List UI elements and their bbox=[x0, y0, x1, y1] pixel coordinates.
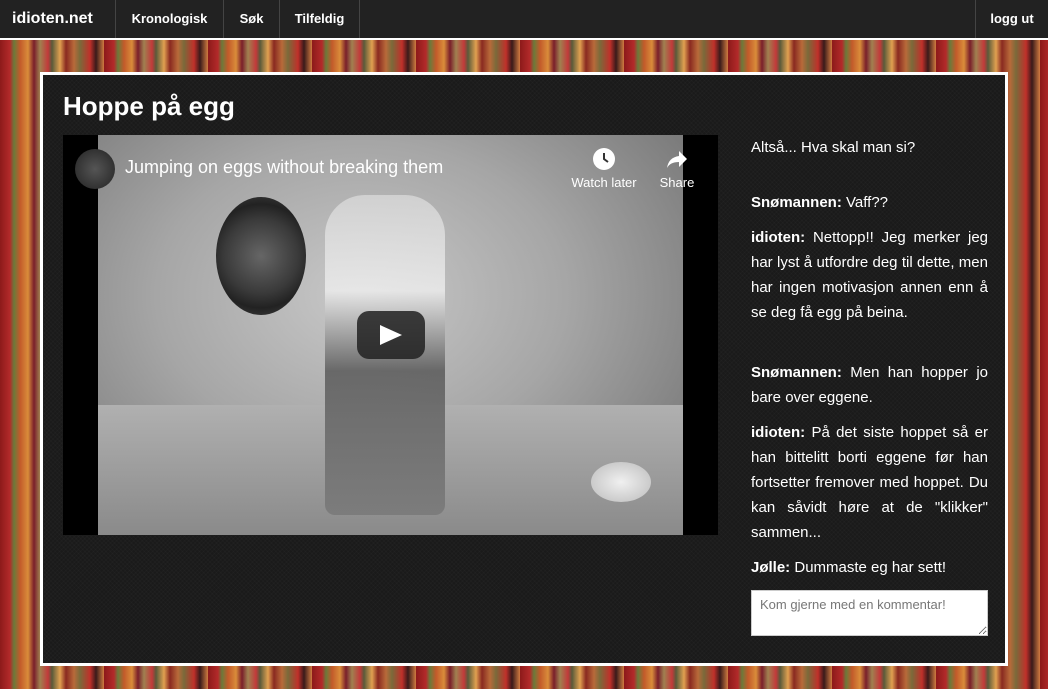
logout-link[interactable]: logg ut bbox=[975, 0, 1048, 38]
clock-icon bbox=[593, 148, 615, 170]
watch-later-label: Watch later bbox=[571, 175, 637, 190]
nav-kronologisk[interactable]: Kronologisk bbox=[115, 0, 223, 38]
video-title[interactable]: Jumping on eggs without breaking them bbox=[125, 157, 443, 178]
top-navbar: idioten.net Kronologisk Søk Tilfeldig lo… bbox=[0, 0, 1048, 40]
post-panel: Hoppe på egg Jumping on eggs without bre… bbox=[40, 72, 1008, 666]
comment-item: idioten: Nettopp!! Jeg merker jeg har ly… bbox=[751, 225, 988, 325]
play-button[interactable] bbox=[357, 311, 425, 359]
bowl-image bbox=[591, 462, 651, 502]
comment-item: Snømannen: Men han hopper jo bare over e… bbox=[751, 360, 988, 410]
comment-author: Snømannen: bbox=[751, 364, 842, 381]
nav-tilfeldig[interactable]: Tilfeldig bbox=[279, 0, 360, 38]
comment-text: Dummaste eg har sett! bbox=[794, 559, 947, 576]
comment-text: På det siste hoppet så er han bittelitt … bbox=[751, 424, 989, 541]
play-icon bbox=[380, 325, 402, 345]
comment-item: Jølle: Dummaste eg har sett! bbox=[751, 555, 946, 580]
post-sidebar: Altså... Hva skal man si? Snømannen: Vaf… bbox=[751, 135, 988, 636]
comment-input[interactable] bbox=[751, 590, 988, 636]
share-label: Share bbox=[659, 175, 695, 190]
video-player[interactable]: Jumping on eggs without breaking them Wa… bbox=[63, 135, 718, 535]
comment-author: idioten: bbox=[751, 424, 806, 441]
comment-author: idioten: bbox=[751, 229, 806, 246]
site-logo-link[interactable]: idioten.net bbox=[0, 0, 115, 38]
post-title: Hoppe på egg bbox=[63, 91, 235, 121]
channel-avatar[interactable] bbox=[75, 149, 115, 189]
share-button[interactable]: Share bbox=[655, 147, 699, 190]
comment-author: Snømannen: bbox=[751, 194, 842, 211]
nav-sok[interactable]: Søk bbox=[223, 0, 279, 38]
comment-author: Jølle: bbox=[751, 559, 791, 576]
share-arrow-icon bbox=[667, 151, 687, 168]
watch-later-button[interactable]: Watch later bbox=[568, 147, 640, 190]
post-intro: Altså... Hva skal man si? bbox=[751, 139, 916, 156]
comment-item: Snømannen: Vaff?? bbox=[751, 190, 888, 215]
comment-text: Vaff?? bbox=[846, 194, 888, 211]
comment-item: idioten: På det siste hoppet så er han b… bbox=[751, 420, 988, 545]
dartboard-image bbox=[216, 197, 306, 315]
